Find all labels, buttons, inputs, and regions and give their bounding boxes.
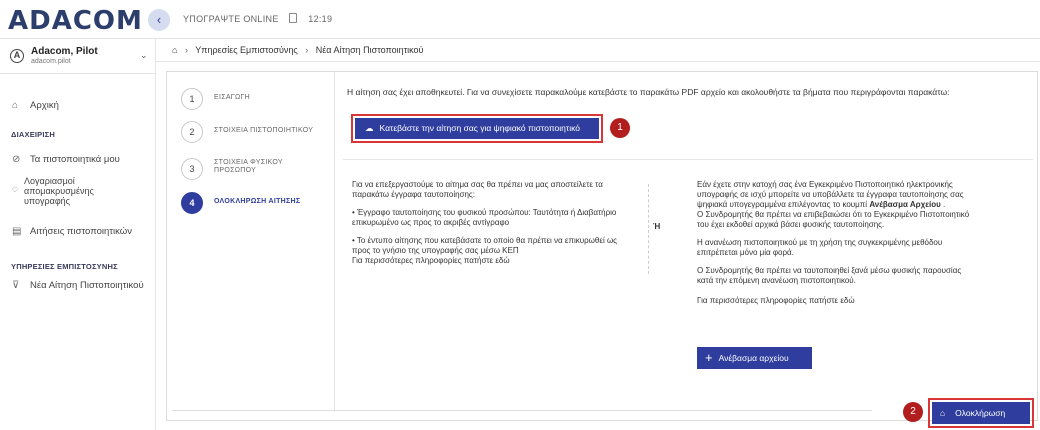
app-logo: ADACOM <box>8 6 143 36</box>
documents-bullet-id: • Έγγραφο ταυτοποίησης του φυσικού προσώ… <box>352 208 617 227</box>
step-number: 1 <box>181 88 203 110</box>
finish-button[interactable]: ⌂ Ολοκλήρωση <box>932 402 1030 424</box>
breadcrumb-item-trust-services[interactable]: Υπηρεσίες Εμπιστοσύνης <box>195 45 297 55</box>
sidebar-item-certificate-requests[interactable]: ▤ Αιτήσεις πιστοποιητικών <box>12 226 132 237</box>
plus-icon: + <box>705 350 713 365</box>
home-icon: ⌂ <box>940 408 946 418</box>
shield-icon: ◌ <box>12 184 18 195</box>
divider <box>343 159 1033 160</box>
upload-file-button[interactable]: + Ανέβασμα αρχείου <box>697 347 812 369</box>
user-login: adacom.pilot <box>31 58 71 65</box>
avatar: A <box>10 49 24 63</box>
digital-upload-section: Εάν έχετε στην κατοχή σας ένα Εγκεκριμέν… <box>697 180 977 306</box>
sidebar-item-my-certificates[interactable]: ⊘ Τα πιστοποιητικά μου <box>12 154 120 165</box>
sidebar-item-remote-accounts[interactable]: ◌ Λογαριασμοί απομακρυσμένης υπογραφής <box>12 176 142 208</box>
home-icon: ⌂ <box>12 100 19 111</box>
home-icon[interactable]: ⌂ <box>172 45 177 55</box>
step-number: 2 <box>181 121 203 143</box>
upload-keyword: Ανέβασμα Αρχείου <box>869 200 941 209</box>
step-number: 3 <box>181 158 203 180</box>
subscriber-confirm-text: Ο Συνδρομητής θα πρέπει να επιβεβαιώσει … <box>697 210 970 229</box>
step-label: ΟΛΟΚΛΗΡΩΣΗ ΑΙΤΗΣΗΣ <box>214 198 301 205</box>
reidentify-text: Ο Συνδρομητής θα πρέπει να ταυτοποιηθεί … <box>697 266 962 285</box>
cloud-download-icon: ☁ <box>365 123 374 133</box>
top-bar: ADACOM ‹ ΥΠΟΓΡΑΨΤΕ ONLINE 12:19 <box>0 0 1040 38</box>
download-request-button-highlight: ☁ Κατεβάστε την αίτηση σας για ψηφιακό πι… <box>351 114 603 143</box>
app-subtitle: ΥΠΟΓΡΑΨΤΕ ONLINE 12:19 <box>183 13 332 24</box>
breadcrumb-separator: › <box>184 45 188 55</box>
step-marker-1: 1 <box>610 118 630 138</box>
breadcrumb-item-current: Νέα Αίτηση Πιστοποιητικού <box>315 45 424 55</box>
finish-button-highlight: ⌂ Ολοκλήρωση <box>928 398 1034 428</box>
step-marker-2: 2 <box>903 402 923 422</box>
physical-documents-section: Για να επεξεργαστούμε το αίτημα σας θα π… <box>352 180 622 274</box>
more-info-link[interactable]: Για περισσότερες πληροφορίες πατήστε εδώ <box>352 256 622 266</box>
chevron-left-icon[interactable]: ‹ <box>148 9 170 31</box>
horizontal-scrollbar[interactable] <box>172 410 872 416</box>
or-divider <box>648 184 649 274</box>
step-label: ΣΤΟΙΧΕΙΑ ΠΙΣΤΟΠΟΙΗΤΙΚΟΥ <box>214 127 314 134</box>
check-circle-icon: ⊘ <box>12 154 21 165</box>
breadcrumb-separator: › <box>305 45 309 55</box>
documents-intro: Για να επεξεργαστούμε το αίτημα σας θα π… <box>352 180 603 199</box>
step-label: ΣΤΟΙΧΕΙΑ ΦΥΣΙΚΟΥ ΠΡΟΣΩΠΟΥ <box>214 159 283 174</box>
app-name: ΥΠΟΓΡΑΨΤΕ ONLINE <box>183 14 279 24</box>
user-name: Adacom, Pilot <box>31 46 98 57</box>
more-info-link[interactable]: Για περισσότερες πληροφορίες πατήστε εδώ <box>697 296 977 306</box>
wizard-steps: 1 ΕΙΣΑΓΩΓΗ 2 ΣΤΟΙΧΕΙΑ ΠΙΣΤΟΠΟΙΗΤΙΚΟΥ 3 Σ… <box>167 72 335 412</box>
sidebar: A Adacom, Pilot adacom.pilot ⌄ ⌂ Αρχική Δ… <box>0 38 156 430</box>
renewal-once-text: Η ανανέωση πιστοποιητικού με τη χρήση τη… <box>697 238 943 257</box>
saved-message: Η αίτηση σας έχει αποθηκευτεί. Για να συ… <box>347 87 950 97</box>
documents-bullet-form: • Το έντυπο αίτησης που κατεβάσατε το οπ… <box>352 236 618 255</box>
user-menu[interactable]: A Adacom, Pilot adacom.pilot ⌄ <box>0 38 156 74</box>
document-icon <box>289 13 298 23</box>
sidebar-item-new-request[interactable]: ⊽ Νέα Αίτηση Πιστοποιητικού <box>12 280 144 291</box>
breadcrumb: ⌂ › Υπηρεσίες Εμπιστοσύνης › Νέα Αίτηση … <box>156 38 1040 62</box>
upload-instructions: Εάν έχετε στην κατοχή σας ένα Εγκεκριμέν… <box>697 180 964 209</box>
list-icon: ▤ <box>12 226 22 237</box>
cart-icon: ⊽ <box>12 280 20 291</box>
download-request-button[interactable]: ☁ Κατεβάστε την αίτηση σας για ψηφιακό πι… <box>355 118 599 139</box>
wizard-card: 1 ΕΙΣΑΓΩΓΗ 2 ΣΤΟΙΧΕΙΑ ΠΙΣΤΟΠΟΙΗΤΙΚΟΥ 3 Σ… <box>166 71 1038 421</box>
session-time: 12:19 <box>308 14 333 24</box>
step-number: 4 <box>181 192 203 214</box>
chevron-down-icon[interactable]: ⌄ <box>140 50 148 61</box>
section-trust-services: ΥΠΗΡΕΣΙΕΣ ΕΜΠΙΣΤΟΣΥΝΗΣ <box>11 262 118 271</box>
step-label: ΕΙΣΑΓΩΓΗ <box>214 94 251 101</box>
or-label: Ή <box>653 222 661 231</box>
sidebar-item-home[interactable]: ⌂ Αρχική <box>12 100 59 111</box>
section-manage: ΔΙΑΧΕΙΡΙΣΗ <box>11 130 55 139</box>
